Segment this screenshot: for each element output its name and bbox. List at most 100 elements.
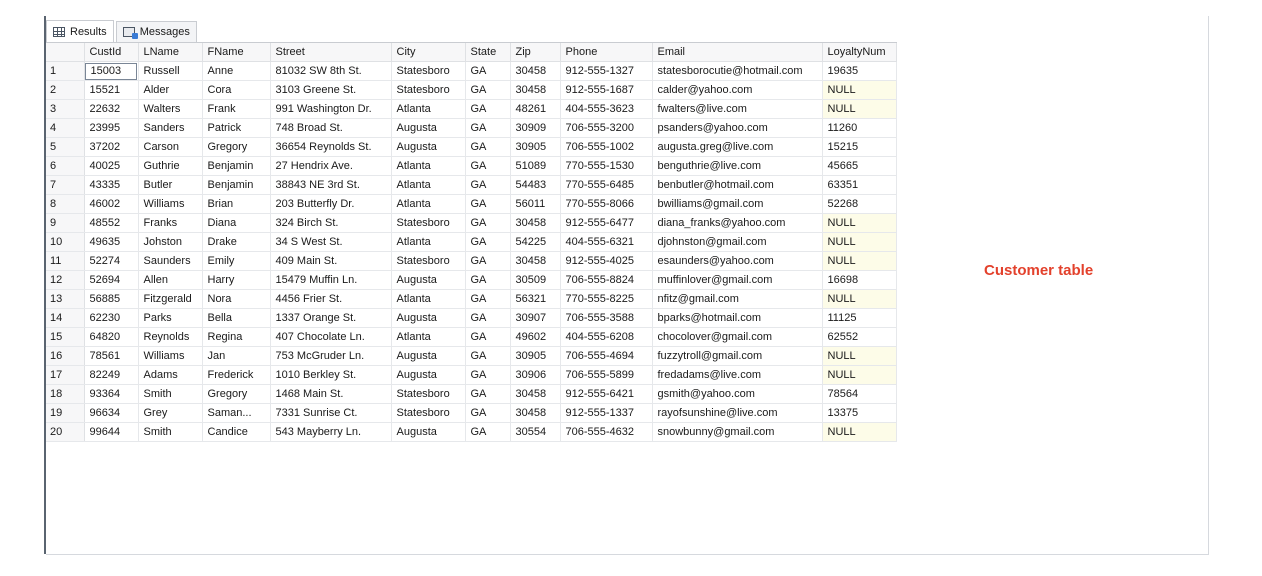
table-cell[interactable]: 706-555-4694 — [560, 346, 653, 366]
table-cell[interactable]: 34 S West St. — [270, 232, 392, 252]
table-cell[interactable]: 1468 Main St. — [270, 384, 392, 404]
row-number[interactable]: 18 — [46, 384, 85, 404]
table-cell[interactable]: gsmith@yahoo.com — [652, 384, 823, 404]
table-cell[interactable]: 15003 — [84, 61, 139, 81]
table-row[interactable]: 9 48552 Franks Diana 324 Birch St. Statesboro… — [46, 213, 897, 233]
table-cell[interactable]: Walters — [138, 99, 203, 119]
table-row[interactable]: 8 46002 Williams Brian 203 Butterfly Dr. Atla… — [46, 194, 897, 214]
table-cell[interactable]: Statesboro — [391, 251, 466, 271]
table-row[interactable]: 11 52274 Saunders Emily 409 Main St. Statesbo… — [46, 251, 897, 271]
table-cell[interactable]: Alder — [138, 80, 203, 100]
table-cell[interactable]: 30458 — [510, 403, 561, 423]
table-cell[interactable]: Benjamin — [202, 156, 271, 176]
table-cell[interactable]: Carson — [138, 137, 203, 157]
table-cell[interactable]: 37202 — [84, 137, 139, 157]
row-number[interactable]: 17 — [46, 365, 85, 385]
table-row[interactable]: 2 15521 Alder Cora 3103 Greene St. Statesboro… — [46, 80, 897, 100]
table-cell[interactable]: bparks@hotmail.com — [652, 308, 823, 328]
row-number[interactable]: 19 — [46, 403, 85, 423]
table-cell[interactable]: Saunders — [138, 251, 203, 271]
table-row[interactable]: 13 56885 Fitzgerald Nora 4456 Frier St. Atlan… — [46, 289, 897, 309]
table-cell[interactable]: 3103 Greene St. — [270, 80, 392, 100]
table-row[interactable]: 6 40025 Guthrie Benjamin 27 Hendrix Ave. Atla… — [46, 156, 897, 176]
table-cell[interactable]: Reynolds — [138, 327, 203, 347]
column-header[interactable]: CustId — [84, 43, 139, 62]
row-number[interactable]: 20 — [46, 422, 85, 442]
table-cell[interactable]: Statesboro — [391, 403, 466, 423]
table-cell[interactable]: GA — [465, 232, 511, 252]
table-cell[interactable]: 11260 — [822, 118, 897, 138]
table-cell[interactable]: Emily — [202, 251, 271, 271]
table-cell[interactable]: 13375 — [822, 403, 897, 423]
row-number[interactable]: 9 — [46, 213, 85, 233]
row-number[interactable]: 13 — [46, 289, 85, 309]
table-cell[interactable]: 62230 — [84, 308, 139, 328]
table-row[interactable]: 14 62230 Parks Bella 1337 Orange St. Augusta G… — [46, 308, 897, 328]
row-number[interactable]: 5 — [46, 137, 85, 157]
table-cell[interactable]: Butler — [138, 175, 203, 195]
table-cell[interactable]: 30906 — [510, 365, 561, 385]
table-cell[interactable]: Gregory — [202, 137, 271, 157]
table-cell[interactable]: Franks — [138, 213, 203, 233]
table-cell[interactable]: GA — [465, 270, 511, 290]
table-cell[interactable]: 27 Hendrix Ave. — [270, 156, 392, 176]
column-header[interactable]: FName — [202, 43, 271, 62]
table-cell[interactable]: Parks — [138, 308, 203, 328]
table-cell[interactable]: 78561 — [84, 346, 139, 366]
table-cell[interactable]: 706-555-8824 — [560, 270, 653, 290]
table-cell[interactable]: 4456 Frier St. — [270, 289, 392, 309]
table-cell[interactable]: 543 Mayberry Ln. — [270, 422, 392, 442]
table-cell[interactable]: Diana — [202, 213, 271, 233]
table-cell[interactable]: 324 Birch St. — [270, 213, 392, 233]
table-cell[interactable]: 96634 — [84, 403, 139, 423]
table-cell[interactable]: 48552 — [84, 213, 139, 233]
table-cell[interactable]: 404-555-6321 — [560, 232, 653, 252]
row-number[interactable]: 4 — [46, 118, 85, 138]
table-cell[interactable]: rayofsunshine@live.com — [652, 403, 823, 423]
table-cell[interactable]: Patrick — [202, 118, 271, 138]
table-cell[interactable]: 203 Butterfly Dr. — [270, 194, 392, 214]
table-cell[interactable]: 770-555-8066 — [560, 194, 653, 214]
table-cell[interactable]: 54483 — [510, 175, 561, 195]
table-cell[interactable]: muffinlover@gmail.com — [652, 270, 823, 290]
table-cell[interactable]: 30509 — [510, 270, 561, 290]
row-number[interactable]: 3 — [46, 99, 85, 119]
table-cell[interactable]: Jan — [202, 346, 271, 366]
table-cell[interactable]: benguthrie@live.com — [652, 156, 823, 176]
table-cell[interactable]: 1337 Orange St. — [270, 308, 392, 328]
table-cell[interactable]: GA — [465, 61, 511, 81]
table-cell[interactable]: Statesboro — [391, 61, 466, 81]
table-cell[interactable]: Guthrie — [138, 156, 203, 176]
table-cell[interactable]: Williams — [138, 194, 203, 214]
table-cell[interactable]: NULL — [822, 232, 897, 252]
table-cell[interactable]: 770-555-6485 — [560, 175, 653, 195]
table-cell[interactable]: 30458 — [510, 80, 561, 100]
table-cell[interactable]: 30458 — [510, 384, 561, 404]
table-cell[interactable]: fwalters@live.com — [652, 99, 823, 119]
table-cell[interactable]: 706-555-1002 — [560, 137, 653, 157]
corner-cell[interactable] — [46, 43, 85, 62]
table-cell[interactable]: 56321 — [510, 289, 561, 309]
table-cell[interactable]: 23995 — [84, 118, 139, 138]
table-cell[interactable]: 78564 — [822, 384, 897, 404]
table-cell[interactable]: 19635 — [822, 61, 897, 81]
table-cell[interactable]: GA — [465, 118, 511, 138]
table-cell[interactable]: Regina — [202, 327, 271, 347]
table-cell[interactable]: 36654 Reynolds St. — [270, 137, 392, 157]
table-cell[interactable]: 30554 — [510, 422, 561, 442]
table-cell[interactable]: calder@yahoo.com — [652, 80, 823, 100]
column-header[interactable]: Email — [652, 43, 823, 62]
table-cell[interactable]: GA — [465, 289, 511, 309]
table-cell[interactable]: 15521 — [84, 80, 139, 100]
table-cell[interactable]: 1010 Berkley St. — [270, 365, 392, 385]
table-cell[interactable]: 30905 — [510, 137, 561, 157]
table-cell[interactable]: snowbunny@gmail.com — [652, 422, 823, 442]
table-row[interactable]: 20 99644 Smith Candice 543 Mayberry Ln. Augus… — [46, 422, 897, 442]
table-cell[interactable]: 912-555-1337 — [560, 403, 653, 423]
row-number[interactable]: 8 — [46, 194, 85, 214]
column-header[interactable]: Street — [270, 43, 392, 62]
table-cell[interactable]: 40025 — [84, 156, 139, 176]
table-row[interactable]: 7 43335 Butler Benjamin 38843 NE 3rd St. Atla… — [46, 175, 897, 195]
table-cell[interactable]: 404-555-3623 — [560, 99, 653, 119]
table-cell[interactable]: 30458 — [510, 61, 561, 81]
